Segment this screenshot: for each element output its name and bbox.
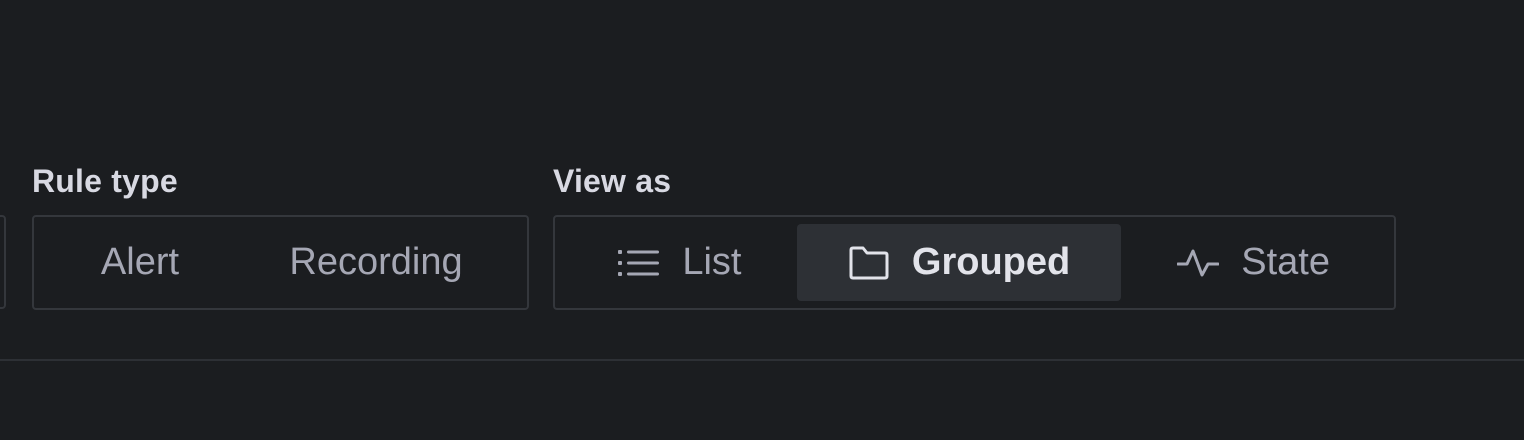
rule-type-label: Rule type	[32, 163, 178, 199]
folder-icon	[848, 245, 890, 281]
view-as-option-state-label: State	[1241, 241, 1330, 283]
view-as-label: View as	[553, 163, 672, 199]
list-icon	[618, 248, 660, 278]
rule-type-option-recording[interactable]: Recording	[238, 224, 514, 301]
view-as-option-state[interactable]: State	[1121, 224, 1386, 301]
view-as-option-list[interactable]: List	[563, 224, 797, 301]
rule-type-option-alert[interactable]: Alert	[42, 224, 238, 301]
view-as-option-grouped[interactable]: Grouped	[796, 224, 1122, 301]
view-as-radio-group: List Grouped State	[553, 215, 1396, 310]
heartbeat-icon	[1177, 246, 1220, 280]
section-divider	[0, 359, 1524, 361]
rule-type-option-recording-label: Recording	[289, 241, 463, 283]
view-as-option-grouped-label: Grouped	[911, 241, 1071, 283]
rule-type-option-alert-label: Alert	[100, 241, 180, 283]
rule-type-radio-group: Alert Recording	[32, 215, 529, 310]
view-as-option-list-label: List	[682, 241, 742, 283]
previous-filter-control-edge[interactable]	[0, 215, 6, 309]
